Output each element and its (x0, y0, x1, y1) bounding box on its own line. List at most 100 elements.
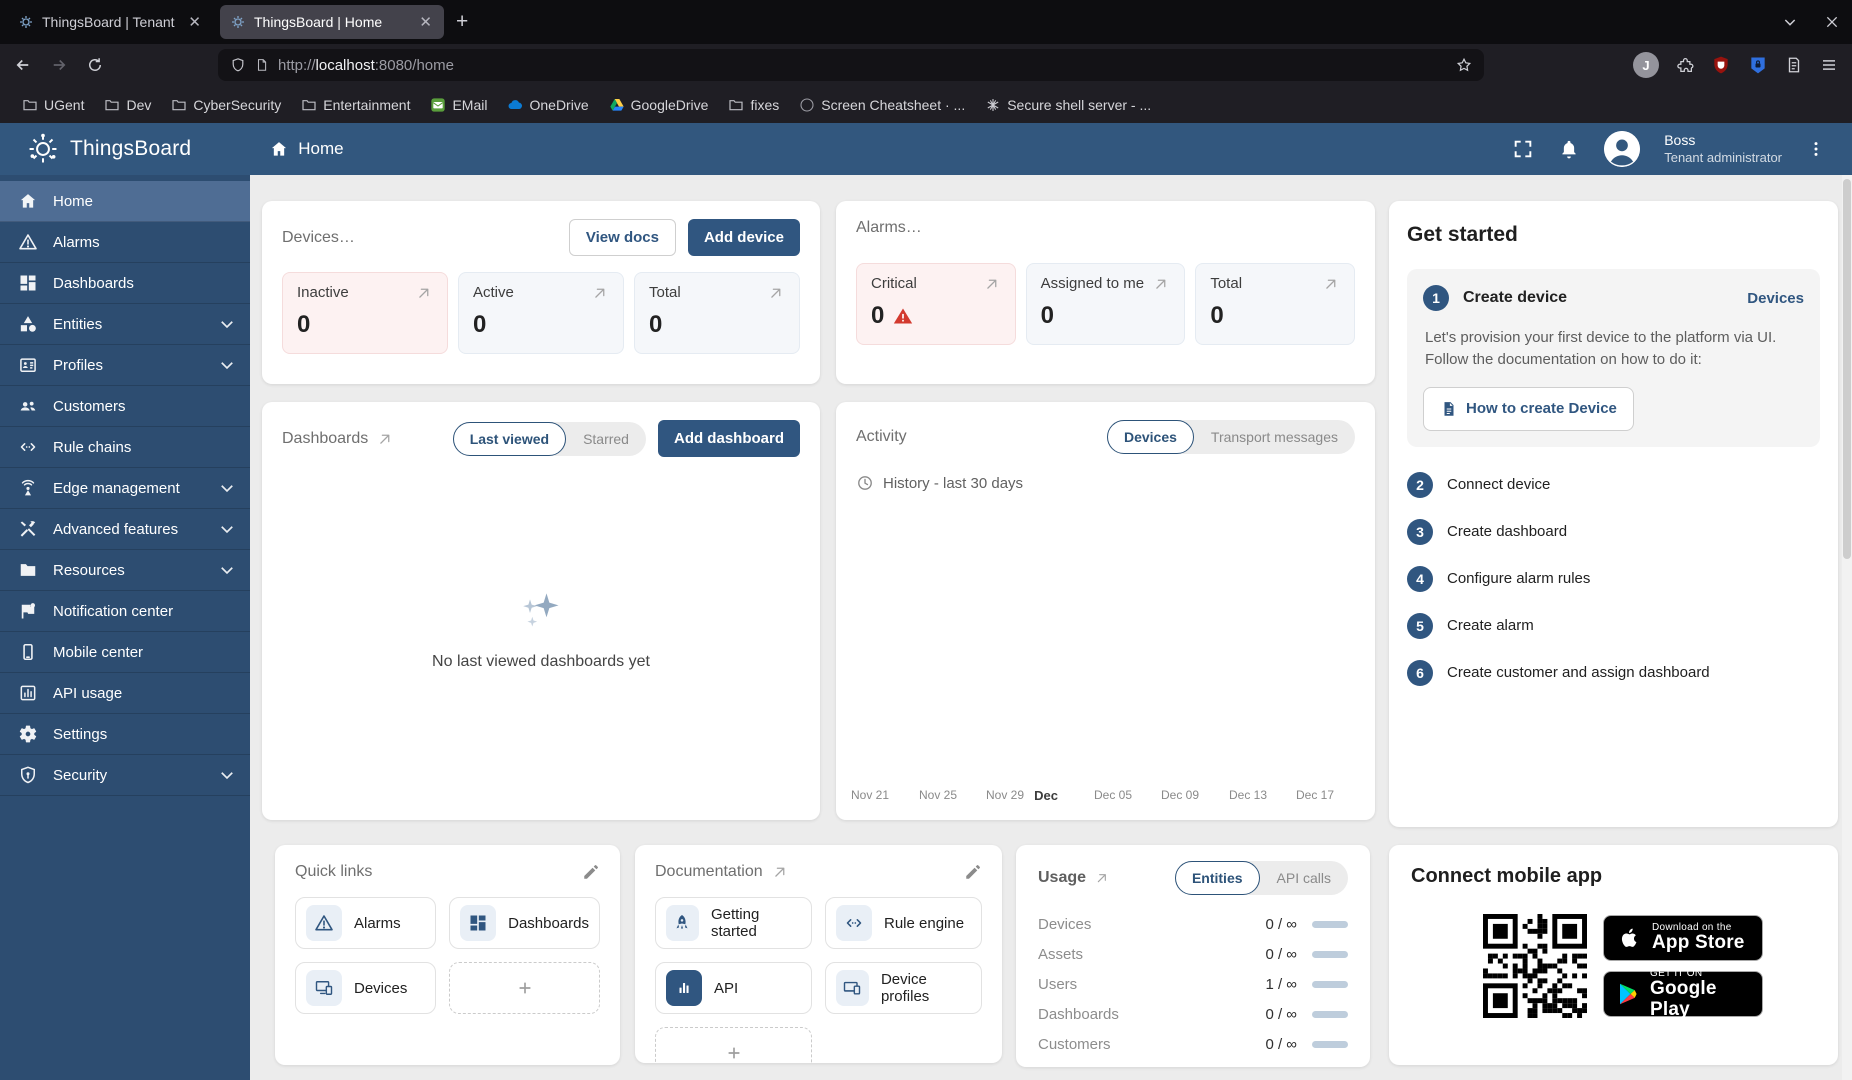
extensions-icon[interactable] (1676, 56, 1694, 74)
bookmark-item[interactable]: Entertainment (293, 93, 418, 117)
mobile-icon (18, 642, 38, 662)
scrollbar-thumb[interactable] (1843, 179, 1851, 559)
toggle-option-starred[interactable]: Starred (566, 422, 646, 456)
get-started-step-3[interactable]: 3 Create dashboard (1407, 518, 1820, 545)
sidebar-item-entities[interactable]: Entities (0, 304, 250, 345)
edit-quick-links-icon[interactable] (582, 863, 600, 881)
browser-tab[interactable]: ThingsBoard | Home ✕ (220, 5, 444, 39)
app-store-badge[interactable]: Download on the App Store (1603, 915, 1763, 961)
get-started-step-4[interactable]: 4 Configure alarm rules (1407, 565, 1820, 592)
google-play-badge[interactable]: GET IT ON Google Play (1603, 968, 1763, 1019)
stat-active[interactable]: Active 0 (458, 272, 624, 354)
stat-total[interactable]: Total 0 (1195, 263, 1356, 345)
tb-brand[interactable]: ThingsBoard (26, 132, 191, 166)
toggle-option-last-viewed[interactable]: Last viewed (452, 421, 567, 456)
tile-device-profiles[interactable]: Device profiles (825, 962, 982, 1014)
tile-rule-engine[interactable]: Rule engine (825, 897, 982, 949)
tile-dashboards[interactable]: Dashboards (449, 897, 600, 949)
folder-icon (171, 97, 187, 113)
notifications-bell-icon[interactable] (1558, 138, 1580, 160)
header-menu-kebab-icon[interactable] (1806, 139, 1826, 159)
scrollbar-track[interactable] (1842, 175, 1852, 1080)
toggle-option-entities[interactable]: Entities (1174, 861, 1260, 895)
dashboards-empty-text: No last viewed dashboards yet (432, 653, 650, 670)
dashboards-icon (468, 913, 488, 933)
documentation-tiles: Getting started Rule engine API Device p… (655, 897, 982, 1063)
tile-alarms[interactable]: Alarms (295, 897, 437, 949)
sidebar-item-rule-chains[interactable]: Rule chains (0, 427, 250, 468)
tab-close-icon[interactable]: ✕ (186, 13, 203, 31)
sidebar-item-security[interactable]: Security (0, 755, 250, 796)
toggle-option-devices[interactable]: Devices (1106, 420, 1194, 454)
bookmark-item[interactable]: EMail (422, 93, 495, 117)
dashboards-open-link-icon[interactable] (376, 430, 394, 448)
stat-assigned-to-me[interactable]: Assigned to me 0 (1025, 263, 1186, 345)
sidebar-item-profiles[interactable]: Profiles (0, 345, 250, 386)
site-info-icon[interactable] (255, 58, 269, 72)
tile-devices[interactable]: Devices (295, 962, 437, 1014)
sidebar-item-dashboards[interactable]: Dashboards (0, 263, 250, 304)
sidebar-item-notification-center[interactable]: Notification center (0, 591, 250, 632)
bookmark-item[interactable]: UGent (14, 93, 92, 117)
stat-inactive[interactable]: Inactive 0 (282, 272, 448, 354)
bookmark-star-icon[interactable] (1456, 57, 1472, 73)
tile-api[interactable]: API (655, 962, 812, 1014)
add-device-button[interactable]: Add device (687, 219, 800, 256)
edit-documentation-icon[interactable] (964, 863, 982, 881)
step-devices-link[interactable]: Devices (1747, 290, 1804, 307)
sidebar-item-resources[interactable]: Resources (0, 550, 250, 591)
url-bar[interactable]: http://localhost:8080/home (218, 49, 1484, 81)
api-usage-icon (18, 683, 38, 703)
new-tab-button[interactable]: + (444, 10, 480, 34)
sidebar-item-api-usage[interactable]: API usage (0, 673, 250, 714)
sidebar-item-customers[interactable]: Customers (0, 386, 250, 427)
get-started-step-6[interactable]: 6 Create customer and assign dashboard (1407, 659, 1820, 686)
sidebar-item-edge-management[interactable]: Edge management (0, 468, 250, 509)
usage-row-dashboards: Dashboards 0 / ∞ (1038, 999, 1348, 1029)
window-close-button[interactable] (1824, 14, 1840, 30)
how-to-create-device-button[interactable]: How to create Device (1423, 386, 1634, 431)
get-started-step-5[interactable]: 5 Create alarm (1407, 612, 1820, 639)
forward-button[interactable] (50, 56, 68, 74)
sidebar-item-advanced-features[interactable]: Advanced features (0, 509, 250, 550)
bookmark-item[interactable]: fixes (720, 93, 787, 117)
sidebar-item-home[interactable]: Home (0, 181, 250, 222)
tile-getting-started[interactable]: Getting started (655, 897, 812, 949)
stat-total[interactable]: Total 0 (634, 272, 800, 354)
bookmark-item[interactable]: Secure shell server - ... (977, 93, 1159, 117)
bookmark-item[interactable]: Screen Cheatsheet · ... (791, 93, 973, 117)
back-button[interactable] (14, 56, 32, 74)
add-dashboard-button[interactable]: Add dashboard (657, 420, 800, 457)
sidebar-item-settings[interactable]: Settings (0, 714, 250, 755)
app-menu-icon[interactable] (1820, 56, 1838, 74)
reader-page-icon[interactable] (1785, 56, 1803, 74)
bookmark-item[interactable]: GoogleDrive (601, 93, 717, 117)
user-info[interactable]: Boss Tenant administrator (1664, 132, 1782, 166)
breadcrumb-home[interactable]: Home (269, 139, 344, 159)
stat-critical[interactable]: Critical 0 (856, 263, 1016, 345)
toggle-option-transport-messages[interactable]: Transport messages (1194, 420, 1355, 454)
browser-tab[interactable]: ThingsBoard | Tenant ac ✕ (8, 5, 213, 39)
reload-button[interactable] (86, 56, 104, 74)
bookmark-item[interactable]: Dev (96, 93, 159, 117)
documentation-open-link-icon[interactable] (771, 863, 789, 881)
firefox-account-button[interactable]: J (1633, 52, 1659, 78)
toggle-option-api-calls[interactable]: API calls (1260, 861, 1348, 895)
view-docs-button[interactable]: View docs (568, 219, 676, 256)
documentation-title: Documentation (655, 863, 763, 880)
bookmark-item[interactable]: OneDrive (499, 93, 596, 117)
user-avatar[interactable] (1604, 131, 1641, 167)
fullscreen-icon[interactable] (1512, 138, 1534, 160)
get-started-step-2[interactable]: 2 Connect device (1407, 471, 1820, 498)
tracking-protection-icon[interactable] (230, 57, 246, 73)
tab-close-icon[interactable]: ✕ (417, 13, 434, 31)
password-manager-extension-icon[interactable] (1748, 55, 1768, 75)
ublock-extension-icon[interactable] (1711, 55, 1731, 75)
add-tile-placeholder[interactable] (449, 962, 600, 1014)
bookmark-item[interactable]: CyberSecurity (163, 93, 289, 117)
sidebar-item-alarms[interactable]: Alarms (0, 222, 250, 263)
sidebar-item-mobile-center[interactable]: Mobile center (0, 632, 250, 673)
tab-list-chevron[interactable] (1782, 14, 1798, 30)
usage-open-link-icon[interactable] (1094, 870, 1110, 886)
add-tile-placeholder[interactable] (655, 1027, 812, 1063)
